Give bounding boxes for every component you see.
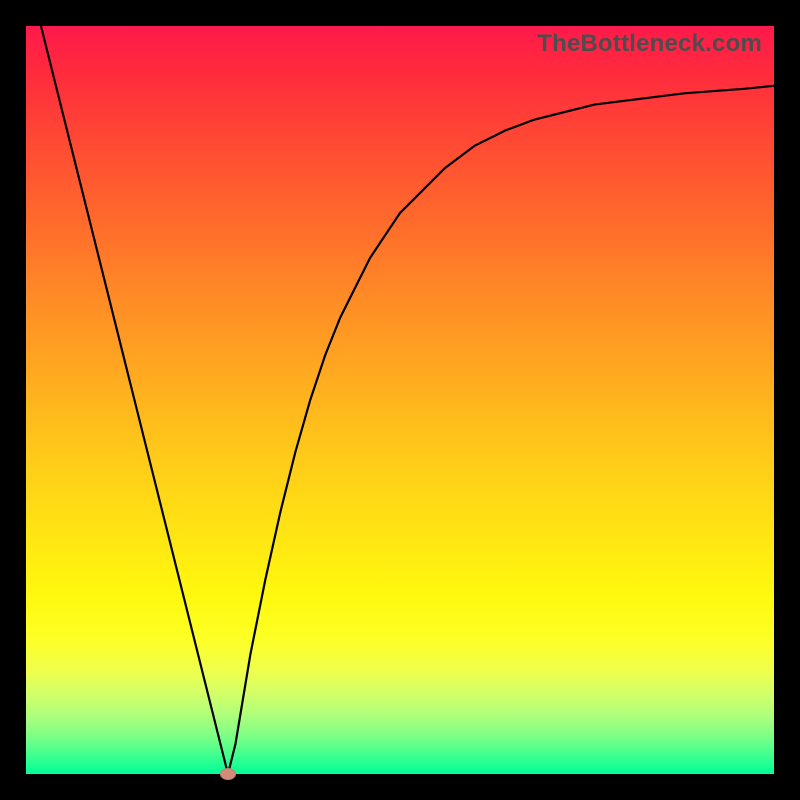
curve-path — [41, 26, 774, 774]
bottleneck-curve — [26, 26, 774, 774]
chart-frame: TheBottleneck.com — [0, 0, 800, 800]
minimum-marker — [220, 768, 236, 780]
plot-area: TheBottleneck.com — [26, 26, 774, 774]
